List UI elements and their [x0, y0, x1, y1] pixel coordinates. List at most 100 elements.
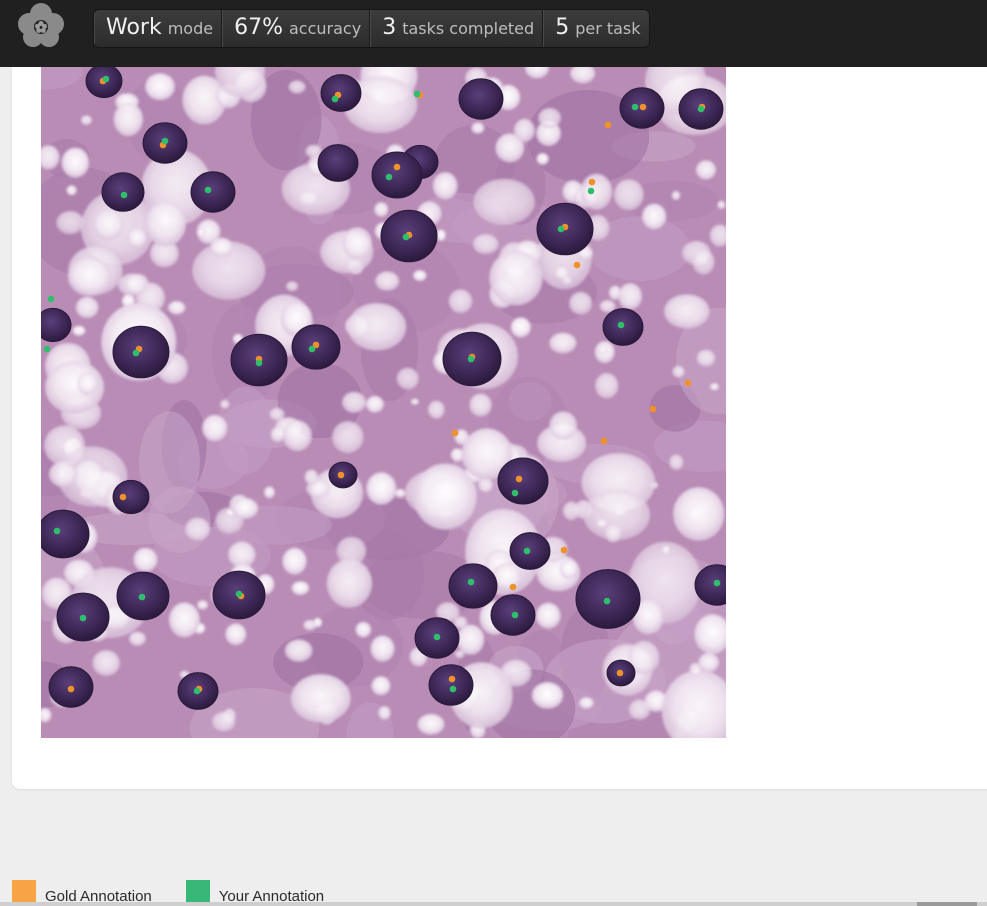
tissue-vacuole: [692, 249, 715, 275]
tissue-vacuole: [370, 635, 395, 662]
flower-logo-icon[interactable]: [10, 2, 72, 48]
tissue-vacuole: [67, 257, 112, 297]
tissue-vacuole: [531, 682, 564, 709]
top-bar: Work mode 67% accuracy 3 tasks completed…: [0, 0, 987, 67]
mode-stat[interactable]: Work mode: [94, 10, 223, 47]
tissue-vacuole: [489, 250, 543, 306]
your-annotation-marker[interactable]: [713, 579, 721, 587]
cell-nucleus: [448, 563, 498, 609]
tissue-vacuole: [127, 228, 147, 249]
tissue-vacuole: [410, 398, 419, 405]
your-annotation-marker[interactable]: [631, 103, 639, 111]
tissue-vacuole: [472, 234, 499, 255]
tissue-vacuole: [270, 426, 285, 443]
your-annotation-marker[interactable]: [161, 137, 169, 145]
your-annotation-marker[interactable]: [385, 173, 393, 181]
tissue-vacuole: [473, 178, 535, 225]
tissue-vacuole: [673, 487, 725, 541]
horizontal-scrollbar[interactable]: [0, 902, 987, 906]
tissue-vacuole: [365, 395, 384, 413]
your-annotation-marker[interactable]: [511, 611, 519, 619]
tissue-canvas[interactable]: [41, 67, 726, 738]
your-annotation-marker[interactable]: [132, 349, 140, 357]
tissue-vacuole: [580, 173, 613, 210]
your-annotation-marker[interactable]: [138, 593, 146, 601]
gold-swatch: [12, 880, 36, 904]
tissue-vacuole: [313, 617, 323, 628]
cell-nucleus: [458, 78, 504, 120]
your-annotation-marker[interactable]: [402, 233, 410, 241]
your-annotation-marker[interactable]: [193, 687, 201, 695]
scrollbar-thumb[interactable]: [917, 902, 977, 906]
tissue-vacuole: [598, 346, 608, 355]
tissue-vacuole: [378, 706, 391, 720]
gold-annotation-marker: [67, 685, 75, 693]
gold-annotation-marker: [604, 121, 612, 129]
tissue-vacuole: [605, 524, 622, 543]
your-annotation-marker[interactable]: [433, 633, 441, 641]
tissue-vacuole: [77, 372, 98, 396]
your-annotation-marker[interactable]: [53, 527, 61, 535]
tissue-vacuole: [432, 172, 458, 200]
gold-annotation-marker: [337, 471, 345, 479]
tissue-vacuole: [618, 283, 643, 310]
tissue-vacuole: [569, 291, 593, 315]
gold-annotation-marker: [684, 379, 692, 387]
accuracy-value: 67%: [234, 15, 283, 40]
tissue-vacuole: [168, 602, 200, 638]
your-annotation-marker[interactable]: [120, 191, 128, 199]
your-annotation-marker[interactable]: [449, 685, 457, 693]
cell-nucleus: [428, 664, 474, 706]
gold-annotation-marker: [560, 546, 568, 554]
tissue-vacuole: [413, 270, 427, 282]
tissue-vacuole: [185, 517, 211, 541]
histology-tissue-image[interactable]: [41, 67, 726, 738]
tissue-vacuole: [427, 400, 445, 419]
tissue-vacuole: [56, 211, 85, 235]
tissue-vacuole: [117, 273, 148, 296]
your-annotation-marker[interactable]: [79, 614, 87, 622]
your-annotation-marker[interactable]: [697, 105, 705, 113]
your-annotation-marker[interactable]: [235, 590, 243, 598]
mode-value: Work: [106, 15, 162, 40]
your-annotation-marker[interactable]: [308, 345, 316, 353]
tissue-vacuole: [669, 454, 684, 471]
your-annotation-marker[interactable]: [43, 345, 51, 353]
tissue-vacuole: [291, 674, 351, 723]
tissue-vacuole: [696, 349, 716, 367]
tissue-vacuole: [513, 118, 535, 142]
gold-legend-label: Gold Annotation: [45, 887, 152, 905]
tissue-vacuole: [282, 547, 307, 575]
your-annotation-marker[interactable]: [617, 321, 625, 329]
tissue-vacuole: [695, 160, 717, 180]
gold-annotation-marker: [588, 178, 596, 186]
tissue-vacuole: [225, 623, 247, 646]
gold-annotation-marker: [600, 437, 608, 445]
tasks-completed-stat: 3 tasks completed: [370, 10, 544, 47]
your-annotation-marker[interactable]: [523, 547, 531, 555]
tissue-vacuole: [628, 699, 651, 720]
tissue-vacuole: [671, 190, 681, 201]
gold-annotation-marker: [639, 103, 647, 111]
your-annotation-marker[interactable]: [557, 225, 565, 233]
your-annotation-marker[interactable]: [47, 295, 55, 303]
tissue-vacuole: [283, 420, 312, 452]
your-annotation-marker[interactable]: [102, 75, 110, 83]
your-annotation-marker[interactable]: [587, 187, 595, 195]
tissue-vacuole: [595, 372, 619, 399]
legend-yours: Your Annotation: [185, 880, 324, 905]
your-annotation-marker[interactable]: [511, 489, 519, 497]
tissue-vacuole: [710, 383, 719, 391]
your-annotation-marker[interactable]: [467, 578, 475, 586]
tissue-vacuole: [641, 203, 667, 230]
tissue-vacuole: [61, 147, 90, 178]
tissue-vacuole: [197, 228, 206, 237]
your-annotation-marker[interactable]: [413, 90, 421, 98]
your-annotation-marker[interactable]: [204, 186, 212, 194]
tissue-vacuole: [212, 711, 236, 732]
tissue-vacuole: [133, 547, 158, 572]
your-annotation-marker[interactable]: [467, 355, 475, 363]
your-annotation-marker[interactable]: [331, 95, 339, 103]
your-annotation-marker[interactable]: [255, 359, 263, 367]
your-annotation-marker[interactable]: [603, 597, 611, 605]
